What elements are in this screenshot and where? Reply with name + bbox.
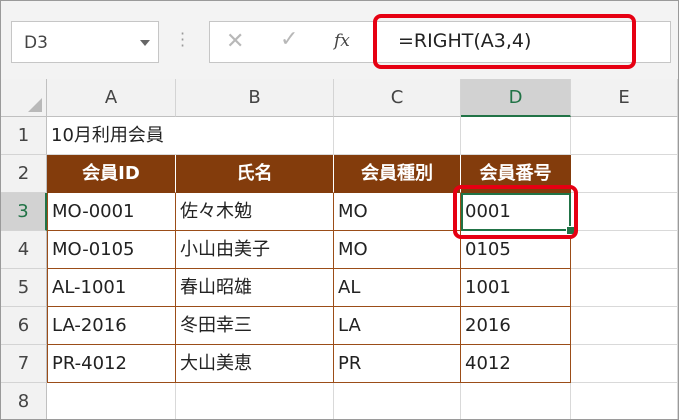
row-header-5[interactable]: 5 [1,269,47,307]
cell-name[interactable]: 大山美恵 [176,345,334,383]
column-header-d[interactable]: D [461,79,571,117]
select-all-corner[interactable] [1,79,47,117]
cell-member-type[interactable]: MO [334,231,461,269]
spreadsheet-window: D3 · · · ✕ ✓ fx =RIGHT(A3,4) A B C D E 1 2… [0,0,679,420]
formula-highlight-annotation [373,14,636,69]
cell-b8[interactable] [176,383,334,419]
cancel-icon[interactable]: ✕ [226,29,244,54]
column-header-a[interactable]: A [47,79,176,117]
column-header-e[interactable]: E [571,79,678,117]
insert-function-icon[interactable]: fx [334,31,350,51]
cell-name[interactable]: 小山由美子 [176,231,334,269]
cell-a1-title[interactable]: 10月利用会員 [47,117,176,155]
cell-member-type[interactable]: MO [334,193,461,231]
cell-member-id[interactable]: MO-0105 [47,231,176,269]
cell-e4[interactable] [571,231,678,269]
cell-member-type[interactable]: PR [334,345,461,383]
column-header-b[interactable]: B [176,79,334,117]
cell-member-id[interactable]: LA-2016 [47,307,176,345]
row-header-6[interactable]: 6 [1,307,47,345]
row-header-3[interactable]: 3 [1,193,47,231]
cell-member-id[interactable]: MO-0001 [47,193,176,231]
row-header-7[interactable]: 7 [1,345,47,383]
enter-check-icon[interactable]: ✓ [280,27,298,52]
cell-name[interactable]: 佐々木勉 [176,193,334,231]
cell-name[interactable]: 冬田幸三 [176,307,334,345]
row-header-8[interactable]: 8 [1,383,47,419]
cell-highlight-annotation [453,185,578,239]
cell-member-number[interactable]: 1001 [461,269,571,307]
cell-e7[interactable] [571,345,678,383]
cell-e6[interactable] [571,307,678,345]
column-header-c[interactable]: C [334,79,461,117]
cell-d8[interactable] [461,383,571,419]
cell-member-id[interactable]: PR-4012 [47,345,176,383]
cell-member-id[interactable]: AL-1001 [47,269,176,307]
header-cell-member-type[interactable]: 会員種別 [334,155,461,193]
cell-member-number[interactable]: 4012 [461,345,571,383]
chevron-down-icon[interactable] [140,40,150,46]
cell-member-number[interactable]: 2016 [461,307,571,345]
name-box-value: D3 [24,33,48,53]
drag-handle-icon[interactable]: · · · [180,26,185,54]
row-header-2[interactable]: 2 [1,155,47,193]
cell-member-type[interactable]: LA [334,307,461,345]
cell-name[interactable]: 春山昭雄 [176,269,334,307]
row-header-4[interactable]: 4 [1,231,47,269]
cell-e8[interactable] [571,383,678,419]
cell-e1[interactable] [571,117,678,155]
cell-c1[interactable] [334,117,461,155]
cell-member-type[interactable]: AL [334,269,461,307]
name-box[interactable]: D3 [11,21,159,63]
cell-e3[interactable] [571,193,678,231]
select-all-icon [28,98,42,112]
cell-a8[interactable] [47,383,176,419]
cell-e2[interactable] [571,155,678,193]
cell-b1[interactable] [176,117,334,155]
header-cell-name[interactable]: 氏名 [176,155,334,193]
cell-d1[interactable] [461,117,571,155]
row-header-1[interactable]: 1 [1,117,47,155]
header-cell-member-id[interactable]: 会員ID [47,155,176,193]
cell-e5[interactable] [571,269,678,307]
cell-c8[interactable] [334,383,461,419]
